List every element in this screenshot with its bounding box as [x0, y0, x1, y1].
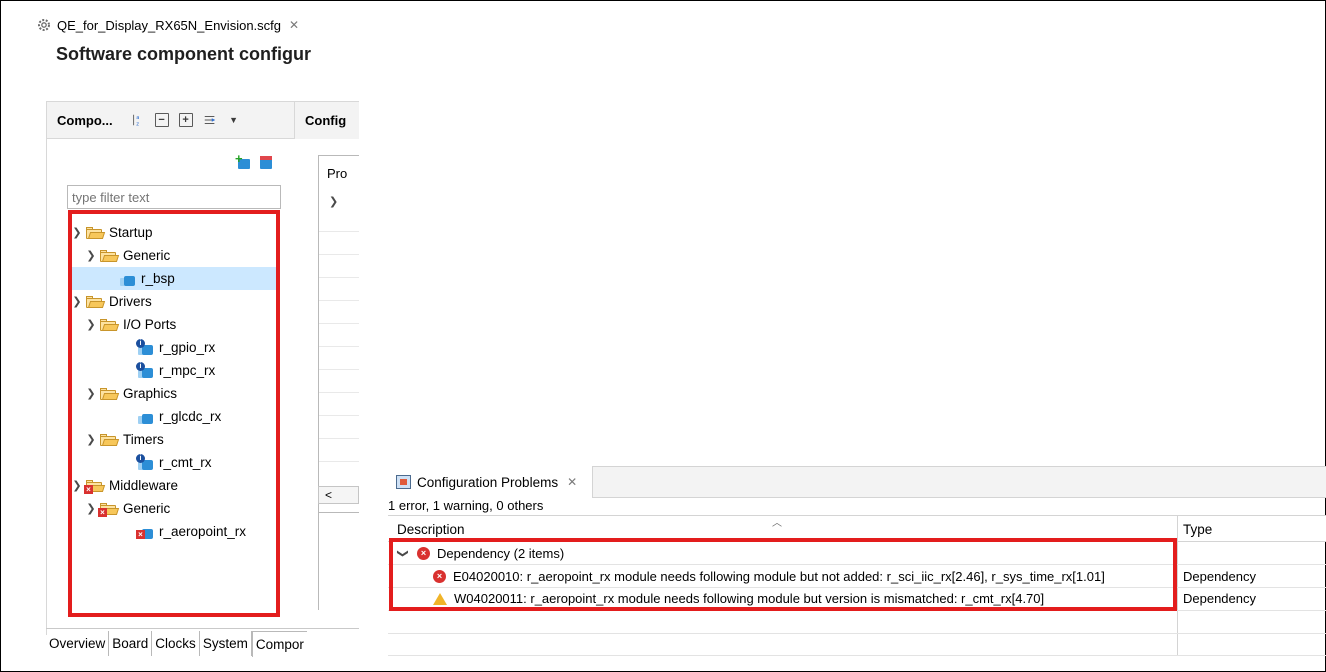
column-header-description[interactable]: Description: [397, 522, 465, 537]
page-title: Software component configur: [56, 44, 312, 64]
column-header-type[interactable]: Type: [1183, 522, 1212, 537]
remove-component-icon[interactable]: [260, 156, 274, 169]
editor-tab-title: QE_for_Display_RX65N_Envision.scfg: [57, 17, 281, 33]
table-grid-line: [319, 369, 359, 370]
components-panel-title: Compo...: [57, 112, 113, 128]
problem-type: Dependency: [1183, 569, 1256, 584]
problems-view-title: Configuration Problems: [417, 474, 559, 490]
property-column-header: Pro: [327, 166, 348, 181]
table-grid-line: [319, 392, 359, 393]
table-grid-line: [319, 231, 359, 232]
problems-summary: 1 error, 1 warning, 0 others: [388, 498, 544, 513]
horizontal-scrollbar[interactable]: <: [318, 486, 359, 504]
close-icon[interactable]: ✕: [567, 475, 577, 489]
close-icon[interactable]: ✕: [289, 18, 299, 32]
component-actions: +: [235, 152, 274, 169]
table-grid-line: [319, 415, 359, 416]
editor-tab[interactable]: QE_for_Display_RX65N_Envision.scfg ✕: [36, 14, 299, 36]
add-component-icon[interactable]: +: [235, 152, 252, 169]
problems-highlight-box: [389, 538, 1177, 611]
filter-icon[interactable]: [203, 113, 217, 127]
table-grid-line: [319, 254, 359, 255]
column-separator[interactable]: [1177, 515, 1178, 655]
tree-highlight-box: [68, 210, 280, 617]
chevron-down-icon[interactable]: ❯: [329, 195, 338, 208]
tab-clocks[interactable]: Clocks: [152, 631, 200, 656]
filter-input[interactable]: [67, 185, 281, 209]
view-menu-icon[interactable]: ▼: [227, 113, 241, 127]
table-grid-line: [319, 300, 359, 301]
tab-overview[interactable]: Overview: [46, 631, 110, 656]
editor-page-tabs: Overview Board Clocks System Compor: [46, 628, 359, 658]
table-grid-line: [319, 461, 359, 462]
tab-board[interactable]: Board: [109, 631, 153, 656]
components-panel-header: Compo... az − + ▼: [46, 101, 294, 139]
sort-az-icon[interactable]: az: [131, 113, 145, 127]
problems-view-tab[interactable]: Configuration Problems ✕: [388, 466, 593, 498]
gear-icon: [38, 19, 50, 31]
problem-type: Dependency: [1183, 591, 1256, 606]
expand-all-icon[interactable]: +: [178, 113, 193, 127]
sort-ascending-icon: ︿: [772, 518, 782, 529]
tab-components[interactable]: Compor: [251, 630, 307, 657]
property-description-pane: [318, 512, 359, 610]
table-grid-line: [319, 277, 359, 278]
configure-panel-header: Config: [294, 101, 359, 139]
table-grid-line: [319, 346, 359, 347]
table-grid-line: [319, 438, 359, 439]
row-divider: [388, 633, 1326, 634]
svg-text:a: a: [136, 115, 139, 121]
tab-system[interactable]: System: [200, 631, 252, 656]
svg-text:z: z: [136, 121, 139, 127]
table-grid-line: [319, 323, 359, 324]
row-divider: [388, 655, 1326, 656]
collapse-all-icon[interactable]: −: [154, 113, 169, 127]
problems-view-icon: [396, 475, 411, 489]
